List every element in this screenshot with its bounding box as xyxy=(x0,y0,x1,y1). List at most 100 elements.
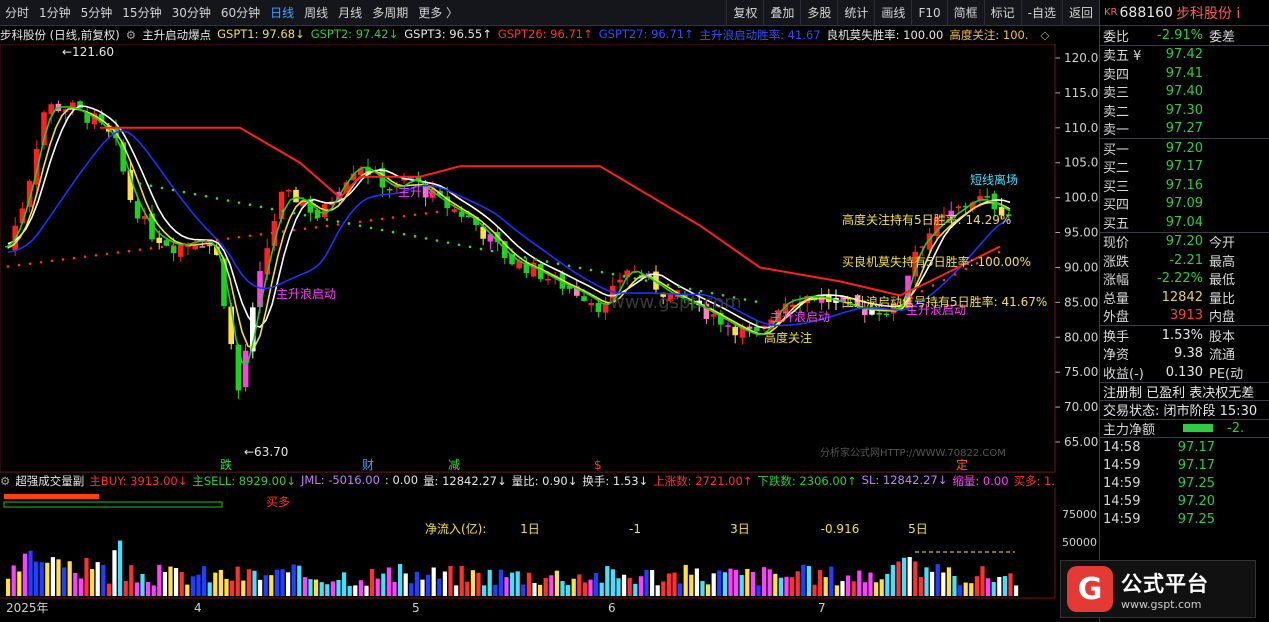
toolbar-button-9[interactable]: 返回 xyxy=(1061,0,1099,26)
stat2-label-right: 流通 xyxy=(1209,348,1236,364)
volume-bar xyxy=(694,568,699,596)
ask-row-3: 卖二 97.30 xyxy=(1100,101,1269,120)
candle-body xyxy=(617,279,623,283)
toolbar-button-3[interactable]: 统计 xyxy=(837,0,874,26)
dot-red xyxy=(435,210,439,214)
expand-icon[interactable]: ◇ xyxy=(1041,28,1050,42)
dot-green xyxy=(413,235,417,238)
quote-title[interactable]: KR 688160 步科股份 i xyxy=(1100,0,1269,26)
volume-bar xyxy=(151,585,156,596)
indicator-value-5: 主升浪启动胜率: 41.67 xyxy=(699,28,821,42)
dot-green xyxy=(600,270,604,274)
event-marker-4: 定 xyxy=(956,457,968,472)
volume-bar xyxy=(840,581,845,596)
volume-bar xyxy=(823,577,828,596)
price-axis-label: 95.00 xyxy=(1064,226,1098,240)
volume-settings-icon[interactable]: ⚙ xyxy=(0,474,10,488)
toolbar-button-4[interactable]: 画线 xyxy=(874,0,911,26)
volume-header: ⚙ 超强成交量副 主BUY: 3913.00↓ 主SELL: 8929.00↓ JM… xyxy=(0,472,1055,489)
dot-red xyxy=(138,248,142,251)
stat-row-4: 外盘 3913 内盘 xyxy=(1100,307,1269,326)
volume-bar xyxy=(941,572,946,596)
period-tab-8[interactable]: 月线 xyxy=(333,0,367,26)
volume-bar xyxy=(745,568,750,596)
price-axis-label: 75.00 xyxy=(1064,365,1098,379)
toolbar-button-2[interactable]: 多股 xyxy=(800,0,837,26)
period-tab-2[interactable]: 5分钟 xyxy=(76,0,118,26)
volume-bar xyxy=(476,572,481,596)
bid-row-3: 买四 97.09 xyxy=(1100,195,1269,213)
period-tab-3[interactable]: 15分钟 xyxy=(117,0,166,26)
stat-label: 现价 xyxy=(1103,236,1130,252)
period-tab-5[interactable]: 60分钟 xyxy=(216,0,265,26)
toolbar-button-0[interactable]: 复权 xyxy=(726,0,763,26)
formula-name[interactable]: 主升启动爆点 xyxy=(142,27,211,43)
stat2-row-2: 收益(-) 0.130 PE(动 xyxy=(1100,363,1269,382)
volume-bar xyxy=(308,579,313,596)
volume-bar xyxy=(974,576,979,596)
indicator-values: GSPT1: 97.68↓ GSPT2: 97.42↓ GSPT3: 96.55↑ G… xyxy=(217,27,1034,43)
volume-bar xyxy=(73,572,78,596)
toolbar-button-7[interactable]: 标记 xyxy=(983,0,1021,26)
volume-bar xyxy=(728,568,733,596)
settings-icon[interactable]: ⚙ xyxy=(126,28,136,42)
period-tab-0[interactable]: 分时 xyxy=(0,0,34,26)
price-axis-label: 110.0 xyxy=(1064,121,1098,135)
stat-label: 涨幅 xyxy=(1103,273,1130,289)
gspt-logo: G 公式平台 www.gspt.com xyxy=(1060,560,1256,618)
volume-chart[interactable]: 买多净流入(亿): 1日 -1 3日 -0.916 5日 75000 50000 2025年 4 5… xyxy=(0,488,1099,622)
period-tab-9[interactable]: 多周期 xyxy=(367,0,413,26)
stat-label-right: 内盘 xyxy=(1209,310,1236,326)
volume-bar xyxy=(241,580,246,596)
volume-bar xyxy=(717,570,722,596)
dot-red xyxy=(391,216,395,219)
bid-list: 买一 97.20 买二 97.17 买三 97.16 买四 97.09 买五 97.04 xyxy=(1100,138,1269,232)
period-tab-1[interactable]: 1分钟 xyxy=(34,0,76,26)
volume-value-0: 主BUY: 3913.00↓ xyxy=(89,474,188,488)
period-tab-4[interactable]: 30分钟 xyxy=(167,0,216,26)
stat2-label: 净资 xyxy=(1103,348,1130,364)
volume-bar xyxy=(622,574,627,596)
volume-bar xyxy=(482,585,487,596)
dot-green xyxy=(754,300,758,303)
dot-red xyxy=(149,246,153,250)
dot-green xyxy=(655,281,659,284)
volume-bar xyxy=(678,583,683,596)
volume-bar xyxy=(655,585,660,596)
toolbar-button-8[interactable]: -自选 xyxy=(1020,0,1062,26)
toolbar-button-5[interactable]: F10 xyxy=(911,0,946,26)
ask-row-1: 卖四 97.41 xyxy=(1100,64,1269,83)
volume-bar xyxy=(78,578,83,596)
net-amount-bar xyxy=(1183,424,1213,433)
volume-bar xyxy=(235,566,240,596)
volume-bar xyxy=(510,572,515,596)
ask-row-2: 卖三 97.40 xyxy=(1100,83,1269,101)
dot-red xyxy=(358,220,362,224)
dot-green xyxy=(666,283,670,287)
stat-value: 12842 xyxy=(1161,289,1203,305)
net-inflow-3: -0.916 xyxy=(821,522,860,536)
volume-values: 主BUY: 3913.00↓ 主SELL: 8929.00↓ JML: -5016.… xyxy=(89,473,1055,489)
volume-bar xyxy=(291,564,296,596)
volume-bar xyxy=(364,585,369,596)
volume-indicator-name[interactable]: 超强成交量副 xyxy=(15,473,84,489)
volume-bar xyxy=(554,570,559,596)
volume-bar xyxy=(50,557,55,596)
period-tab-6[interactable]: 日线 xyxy=(265,0,299,26)
volume-bar xyxy=(963,582,968,596)
toolbar-button-6[interactable]: 简框 xyxy=(946,0,984,26)
dot-green xyxy=(457,243,461,247)
candlestick-chart[interactable]: 120.0 115.0 110.0 105.0 100.0 95.00 90.00 85.00… xyxy=(0,44,1099,472)
dot-red xyxy=(28,262,32,265)
toolbar-button-1[interactable]: 叠加 xyxy=(763,0,800,26)
period-tab-7[interactable]: 周线 xyxy=(299,0,333,26)
stat2-label: 换手 xyxy=(1103,329,1130,345)
trade-state: 交易状态: 闭市阶段 15:30 xyxy=(1103,404,1258,420)
period-tab-10[interactable]: 更多 〉 xyxy=(413,0,463,26)
volume-bar xyxy=(297,565,302,596)
stat2-label-right: PE(动 xyxy=(1209,366,1244,382)
volume-bar xyxy=(818,570,823,596)
dot-green xyxy=(182,190,186,194)
market-badge: KR xyxy=(1104,7,1118,18)
stat2-row-1: 净资 9.38 流通 xyxy=(1100,345,1269,364)
